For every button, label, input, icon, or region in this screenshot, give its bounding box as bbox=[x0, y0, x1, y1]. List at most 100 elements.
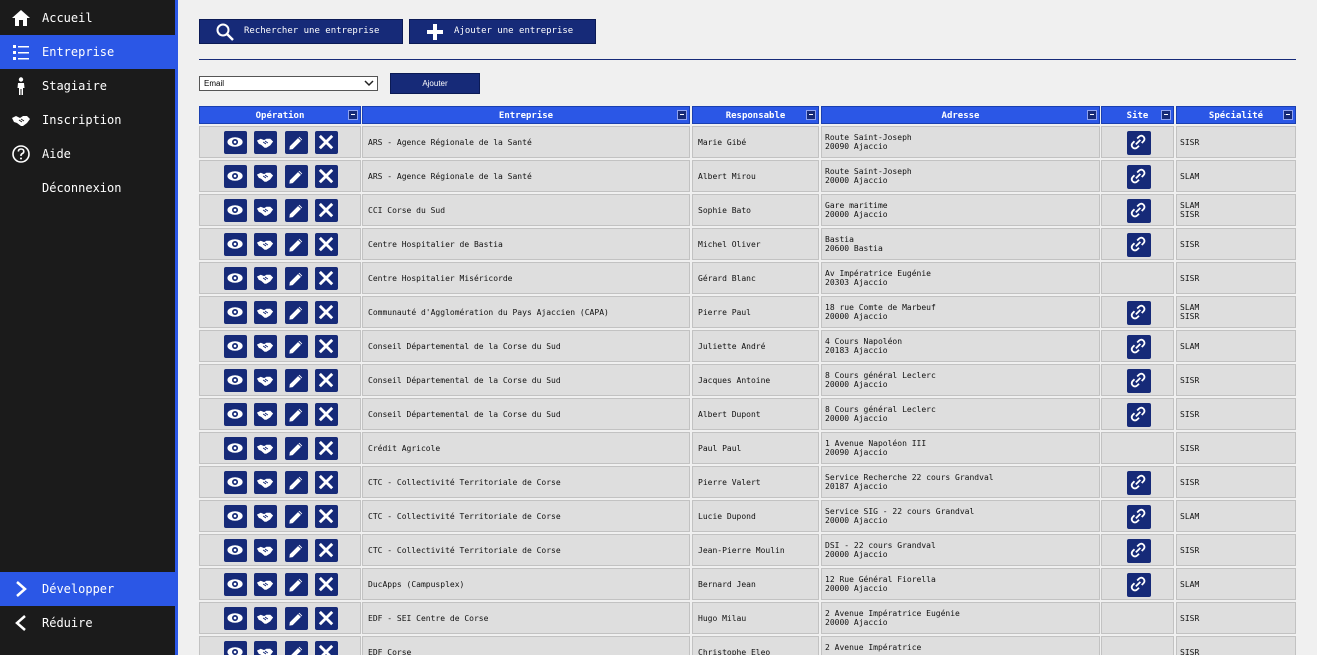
link-icon[interactable] bbox=[1127, 539, 1151, 563]
delete-icon[interactable] bbox=[315, 165, 338, 188]
edit-icon[interactable] bbox=[285, 607, 308, 630]
view-icon[interactable] bbox=[224, 539, 247, 562]
edit-icon[interactable] bbox=[285, 539, 308, 562]
view-icon[interactable] bbox=[224, 301, 247, 324]
link-icon[interactable] bbox=[1127, 233, 1151, 257]
delete-icon[interactable] bbox=[315, 335, 338, 358]
view-icon[interactable] bbox=[224, 471, 247, 494]
sidebar-item-entreprise[interactable]: Entreprise bbox=[0, 35, 175, 69]
edit-icon[interactable] bbox=[285, 301, 308, 324]
column-select[interactable]: Email bbox=[199, 76, 378, 91]
collapse-column-button[interactable] bbox=[677, 110, 687, 120]
view-icon[interactable] bbox=[224, 641, 247, 655]
handshake-icon[interactable] bbox=[254, 165, 277, 188]
link-icon[interactable] bbox=[1127, 403, 1151, 427]
view-icon[interactable] bbox=[224, 505, 247, 528]
edit-icon[interactable] bbox=[285, 335, 308, 358]
handshake-icon[interactable] bbox=[254, 471, 277, 494]
edit-icon[interactable] bbox=[285, 131, 308, 154]
view-icon[interactable] bbox=[224, 131, 247, 154]
collapse-column-button[interactable] bbox=[806, 110, 816, 120]
edit-icon[interactable] bbox=[285, 505, 308, 528]
column-header-specialite[interactable]: Spécialité bbox=[1176, 106, 1296, 124]
collapse-column-button[interactable] bbox=[1283, 110, 1293, 120]
collapse-column-button[interactable] bbox=[1087, 110, 1097, 120]
handshake-icon[interactable] bbox=[254, 233, 277, 256]
handshake-icon[interactable] bbox=[254, 131, 277, 154]
link-icon[interactable] bbox=[1127, 199, 1151, 223]
sidebar-item-deconnexion[interactable]: Déconnexion bbox=[0, 171, 175, 205]
delete-icon[interactable] bbox=[315, 641, 338, 655]
edit-icon[interactable] bbox=[285, 573, 308, 596]
view-icon[interactable] bbox=[224, 267, 247, 290]
delete-icon[interactable] bbox=[315, 471, 338, 494]
edit-icon[interactable] bbox=[285, 471, 308, 494]
sidebar-developper-button[interactable]: Développer bbox=[0, 572, 175, 606]
link-icon[interactable] bbox=[1127, 573, 1151, 597]
link-icon[interactable] bbox=[1127, 131, 1151, 155]
collapse-column-button[interactable] bbox=[348, 110, 358, 120]
handshake-icon[interactable] bbox=[254, 369, 277, 392]
link-icon[interactable] bbox=[1127, 471, 1151, 495]
delete-icon[interactable] bbox=[315, 199, 338, 222]
view-icon[interactable] bbox=[224, 437, 247, 460]
view-icon[interactable] bbox=[224, 199, 247, 222]
handshake-icon[interactable] bbox=[254, 573, 277, 596]
edit-icon[interactable] bbox=[285, 641, 308, 655]
handshake-icon[interactable] bbox=[254, 199, 277, 222]
sidebar-item-aide[interactable]: Aide bbox=[0, 137, 175, 171]
handshake-icon[interactable] bbox=[254, 539, 277, 562]
search-company-button[interactable]: Rechercher une entreprise bbox=[199, 19, 403, 44]
handshake-icon[interactable] bbox=[254, 505, 277, 528]
edit-icon[interactable] bbox=[285, 165, 308, 188]
view-icon[interactable] bbox=[224, 165, 247, 188]
delete-icon[interactable] bbox=[315, 505, 338, 528]
delete-icon[interactable] bbox=[315, 403, 338, 426]
column-header-operation[interactable]: Opération bbox=[199, 106, 361, 124]
handshake-icon[interactable] bbox=[254, 641, 277, 655]
delete-icon[interactable] bbox=[315, 131, 338, 154]
handshake-icon[interactable] bbox=[254, 607, 277, 630]
delete-icon[interactable] bbox=[315, 301, 338, 324]
delete-icon[interactable] bbox=[315, 233, 338, 256]
view-icon[interactable] bbox=[224, 607, 247, 630]
edit-icon[interactable] bbox=[285, 369, 308, 392]
delete-icon[interactable] bbox=[315, 267, 338, 290]
link-icon[interactable] bbox=[1127, 165, 1151, 189]
edit-icon[interactable] bbox=[285, 199, 308, 222]
add-company-button[interactable]: Ajouter une entreprise bbox=[409, 19, 596, 44]
link-icon[interactable] bbox=[1127, 301, 1151, 325]
column-header-responsable[interactable]: Responsable bbox=[692, 106, 819, 124]
sidebar-item-accueil[interactable]: Accueil bbox=[0, 1, 175, 35]
link-icon[interactable] bbox=[1127, 369, 1151, 393]
view-icon[interactable] bbox=[224, 369, 247, 392]
delete-icon[interactable] bbox=[315, 437, 338, 460]
edit-icon[interactable] bbox=[285, 437, 308, 460]
edit-icon[interactable] bbox=[285, 403, 308, 426]
handshake-icon[interactable] bbox=[254, 437, 277, 460]
handshake-icon[interactable] bbox=[254, 403, 277, 426]
handshake-icon[interactable] bbox=[254, 335, 277, 358]
view-icon[interactable] bbox=[224, 403, 247, 426]
view-icon[interactable] bbox=[224, 335, 247, 358]
edit-icon[interactable] bbox=[285, 233, 308, 256]
collapse-column-button[interactable] bbox=[1161, 110, 1171, 120]
delete-icon[interactable] bbox=[315, 607, 338, 630]
handshake-icon[interactable] bbox=[254, 267, 277, 290]
handshake-icon[interactable] bbox=[254, 301, 277, 324]
delete-icon[interactable] bbox=[315, 369, 338, 392]
sidebar-item-stagiaire[interactable]: Stagiaire bbox=[0, 69, 175, 103]
edit-icon[interactable] bbox=[285, 267, 308, 290]
view-icon[interactable] bbox=[224, 573, 247, 596]
column-header-site[interactable]: Site bbox=[1101, 106, 1174, 124]
add-column-button[interactable]: Ajouter bbox=[390, 73, 480, 94]
column-header-adresse[interactable]: Adresse bbox=[821, 106, 1100, 124]
link-icon[interactable] bbox=[1127, 335, 1151, 359]
delete-icon[interactable] bbox=[315, 539, 338, 562]
sidebar-item-inscription[interactable]: Inscription bbox=[0, 103, 175, 137]
sidebar-reduire-button[interactable]: Réduire bbox=[0, 606, 175, 640]
delete-icon[interactable] bbox=[315, 573, 338, 596]
view-icon[interactable] bbox=[224, 233, 247, 256]
column-header-entreprise[interactable]: Entreprise bbox=[362, 106, 690, 124]
link-icon[interactable] bbox=[1127, 505, 1151, 529]
